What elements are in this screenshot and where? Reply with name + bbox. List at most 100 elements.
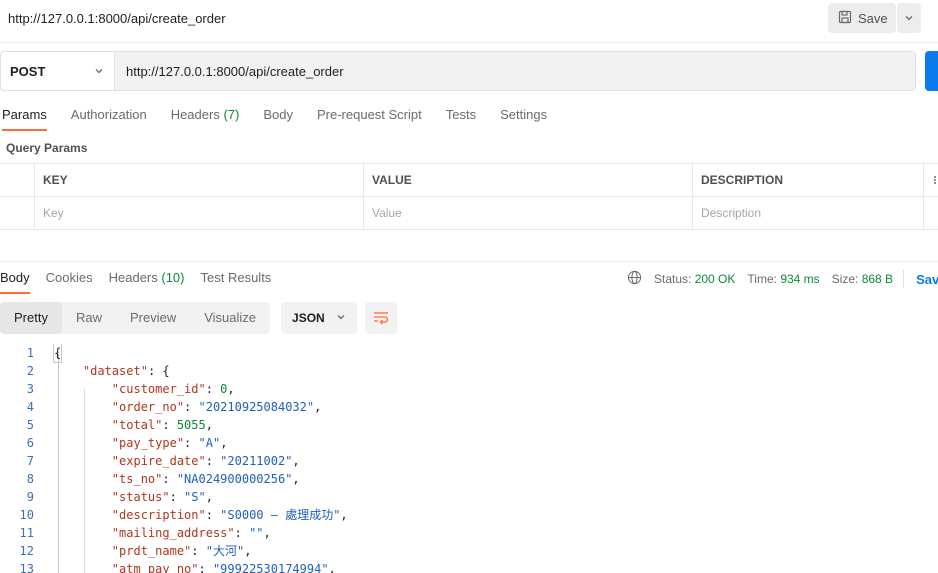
json-punctuation: : [205,508,221,522]
json-key: "ts_no" [111,472,163,486]
json-string: "20211002" [220,454,293,468]
code-line: 11 "mailing_address": "", [0,524,938,542]
tab-label: Params [2,107,47,122]
status-info[interactable]: Status: 200 OK [654,272,735,286]
code-text: "ts_no": "NA024900000256", [54,470,300,488]
line-number: 4 [26,400,34,414]
code-line: 3 "customer_id": 0, [0,380,938,398]
line-number: 6 [26,436,34,450]
method-select[interactable]: POST [1,52,115,90]
line-number: 8 [26,472,34,486]
wrap-lines-button[interactable] [365,302,398,334]
tab-label: Tests [445,107,477,122]
query-params-title: Query Params [6,141,88,155]
tab-test-results[interactable]: Test Results [201,264,272,292]
send-button[interactable] [925,51,938,91]
tab-label: Pre-request Script [316,107,422,122]
format-label: JSON [292,311,325,325]
tab-response-headers[interactable]: Headers (10) [109,264,185,292]
json-punctuation: : [205,382,221,396]
json-punctuation: , [205,418,213,432]
response-tabs: Body Cookies Headers (10) Test Results [0,264,287,294]
more-options-icon[interactable] [924,164,938,196]
tab-params[interactable]: Params [2,100,47,131]
time-info[interactable]: Time: 934 ms [747,272,819,286]
value-input[interactable]: Value [364,197,693,229]
tab-cookies[interactable]: Cookies [46,264,93,292]
code-text: "customer_id": 0, [54,380,235,398]
tab-tests[interactable]: Tests [446,100,476,130]
key-column-header: KEY [35,164,364,196]
json-punctuation: : [191,544,206,558]
line-number: 13 [19,562,34,573]
code-text: "atm_pay_no": "99922530174994", [54,560,336,573]
json-punctuation: , [227,382,235,396]
json-punctuation: , [263,526,271,540]
request-title[interactable]: http://127.0.0.1:8000/api/create_order [8,11,226,26]
format-select[interactable]: JSON [281,302,358,334]
json-punctuation: , [205,490,213,504]
tab-response-body[interactable]: Body [0,264,30,294]
json-key: "mailing_address" [111,526,235,540]
code-line: 5 "total": 5055, [0,416,938,434]
row-end [924,197,938,229]
save-button[interactable]: Save [828,3,896,33]
tab-label: Headers [170,107,220,122]
view-visualize-button[interactable]: Visualize [190,302,270,334]
json-key: "prdt_name" [111,544,192,558]
url-input[interactable]: http://127.0.0.1:8000/api/create_order [115,52,915,90]
tab-label: Settings [500,107,548,122]
url-bar: POST http://127.0.0.1:8000/api/create_or… [0,51,916,91]
json-punctuation: { [52,344,63,363]
json-key: "status" [111,490,170,504]
tab-authorization[interactable]: Authorization [71,100,147,130]
row-checkbox[interactable] [0,197,35,229]
json-punctuation: : [205,454,221,468]
tab-body[interactable]: Body [263,100,293,130]
json-punctuation: : [234,526,250,540]
save-dropdown-button[interactable] [897,3,921,33]
tab-settings[interactable]: Settings [500,100,547,130]
headers-count: (7) [223,107,240,122]
code-text: "order_no": "20210925084032", [54,398,322,416]
value-column-header: VALUE [364,164,693,196]
code-line: 10 "description": "S0000 – 處理成功", [0,506,938,524]
key-input[interactable]: Key [35,197,364,229]
code-line: 12 "prdt_name": "大河", [0,542,938,560]
line-number: 10 [19,508,34,522]
view-raw-button[interactable]: Raw [62,302,116,334]
code-text: "prdt_name": "大河", [54,542,252,560]
request-tabs: Params Authorization Headers (7) Body Pr… [0,100,571,131]
tab-headers[interactable]: Headers (7) [171,100,240,130]
response-meta: Status: 200 OK Time: 934 ms Size: 868 B … [627,270,938,288]
json-punctuation: , [244,544,252,558]
tab-pre-request-script[interactable]: Pre-request Script [317,100,422,130]
size-label: Size: [831,272,859,286]
time-label: Time: [747,272,777,286]
line-number: 9 [26,490,34,504]
divider [903,270,905,288]
line-number: 11 [19,526,34,540]
tab-label: Headers [108,270,158,285]
view-preview-button[interactable]: Preview [116,302,190,334]
json-punctuation: : [184,400,199,414]
url-text: http://127.0.0.1:8000/api/create_order [126,63,344,79]
time-value: 934 ms [780,272,820,286]
size-info[interactable]: Size: 868 B [832,272,893,286]
code-text: { [52,344,63,363]
json-key: "atm_pay_no" [111,562,199,573]
json-punctuation: , [328,562,336,573]
description-input[interactable]: Description [693,197,924,229]
status-label: Status: [654,272,692,286]
json-string: "A" [198,436,221,450]
view-pretty-button[interactable]: Pretty [0,302,62,334]
response-headers-count: (10) [161,270,185,285]
json-string: "NA024900000256" [176,472,293,486]
json-punctuation: : [162,472,177,486]
globe-icon[interactable] [627,270,642,288]
view-mode-segment: Pretty Raw Preview Visualize [0,302,271,334]
save-response-button[interactable]: Save [916,272,938,287]
status-value: 200 OK [694,272,736,286]
response-body-code[interactable]: 1{2 "dataset": {3 "customer_id": 0, 4 "or… [0,344,938,573]
size-value: 868 B [861,272,894,286]
